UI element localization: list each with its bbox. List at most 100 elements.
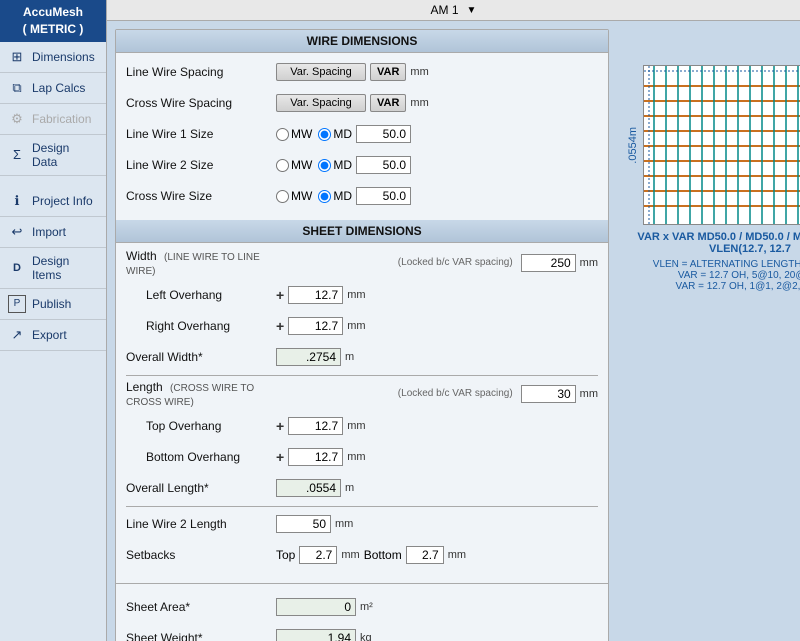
overall-length-input (276, 479, 341, 497)
cross-wire-spacing-row: Cross Wire Spacing Var. Spacing VAR mm (126, 90, 598, 116)
line-wire-2-md-label[interactable]: MD (318, 158, 352, 172)
sigma-icon: Σ (8, 146, 26, 164)
cross-wire-var-btn[interactable]: VAR (370, 94, 406, 112)
sidebar-item-design-data[interactable]: Σ Design Data (0, 135, 106, 176)
cross-wire-spacing-btn[interactable]: Var. Spacing (276, 94, 366, 112)
diagram-desc: VLEN = ALTERNATING LENGTH 50 & 55.4 VAR … (653, 259, 800, 292)
left-overhang-plus: + (276, 287, 284, 303)
sheet-weight-row: Sheet Weight* kg (126, 625, 598, 641)
top-overhang-input[interactable] (288, 417, 343, 435)
right-overhang-unit: mm (347, 320, 365, 332)
left-overhang-label: Left Overhang (126, 288, 276, 302)
left-overhang-controls: + mm (276, 286, 598, 304)
sidebar-item-design-items[interactable]: D Design Items (0, 248, 106, 289)
sheet-weight-controls: kg (276, 629, 598, 641)
top-tab-bar: AM 1 ▼ (107, 0, 800, 21)
cross-wire-mw-label[interactable]: MW (276, 189, 312, 203)
sidebar-item-import[interactable]: ↩ Import (0, 217, 106, 248)
cross-wire-md-label[interactable]: MD (318, 189, 352, 203)
cross-wire-radio-group: MW MD (276, 189, 352, 203)
wire-dimensions-header: WIRE DIMENSIONS (116, 30, 608, 53)
app-title: AccuMesh (2, 4, 104, 21)
cross-wire-spacing-label: Cross Wire Spacing (126, 96, 276, 110)
line-wire-2-md-text: MD (333, 158, 352, 172)
wire-mesh-diagram (643, 65, 800, 225)
cross-wire-size-row: Cross Wire Size MW MD (126, 183, 598, 209)
line-wire-2-mw-text: MW (291, 158, 312, 172)
width-input[interactable] (521, 254, 576, 272)
tab-label: AM 1 (431, 3, 459, 17)
left-overhang-unit: mm (347, 289, 365, 301)
diagram-desc-line2: VAR = 12.7 OH, 5@10, 20@5, 1 (653, 270, 800, 281)
sidebar-item-fabrication: ⚙ Fabrication (0, 104, 106, 135)
overall-width-controls: m (276, 348, 598, 366)
overall-length-row: Overall Length* m (126, 475, 598, 501)
bottom-overhang-row: Bottom Overhang + mm (126, 444, 598, 470)
bottom-overhang-input[interactable] (288, 448, 343, 466)
line-wire-spacing-btn[interactable]: Var. Spacing (276, 63, 366, 81)
cross-wire-size-input[interactable]: 50.0 (356, 187, 411, 205)
line-wire-1-md-text: MD (333, 127, 352, 141)
cross-wire-size-controls: MW MD 50.0 (276, 187, 598, 205)
line-wire-1-md-label[interactable]: MD (318, 127, 352, 141)
sidebar-label-project-info: Project Info (32, 194, 93, 208)
sidebar: AccuMesh ( METRIC ) ⊞ Dimensions ⧉ Lap C… (0, 0, 107, 641)
main-panel: WIRE DIMENSIONS Line Wire Spacing Var. S… (115, 29, 609, 641)
setbacks-bottom-input[interactable] (406, 546, 444, 564)
sidebar-label-import: Import (32, 225, 66, 239)
sidebar-item-project-info[interactable]: ℹ Project Info (0, 186, 106, 217)
length-row: Length (CROSS WIRE TO CROSS WIRE) (Locke… (126, 380, 598, 408)
sheet-area-controls: m² (276, 598, 598, 616)
setbacks-controls: Top mm Bottom mm (276, 546, 598, 564)
diagram-dim-left: .0554m (627, 127, 639, 164)
width-label: Width (LINE WIRE TO LINE WIRE) (126, 249, 276, 277)
right-overhang-input[interactable] (288, 317, 343, 335)
line-wire-2-size-input[interactable]: 50.0 (356, 156, 411, 174)
line-wire-2-mw-radio[interactable] (276, 159, 289, 172)
right-overhang-controls: + mm (276, 317, 598, 335)
overall-length-label: Overall Length* (126, 481, 276, 495)
line-wire-1-mw-label[interactable]: MW (276, 127, 312, 141)
publish-icon: P (8, 295, 26, 313)
line-wire-1-md-radio[interactable] (318, 128, 331, 141)
line-wire-1-size-row: Line Wire 1 Size MW MD (126, 121, 598, 147)
diagram-dim-left-wrapper: .0554m (627, 65, 639, 225)
top-overhang-unit: mm (347, 420, 365, 432)
sidebar-item-dimensions[interactable]: ⊞ Dimensions (0, 42, 106, 73)
line-wire-2-length-row: Line Wire 2 Length mm (126, 511, 598, 537)
setbacks-label: Setbacks (126, 548, 276, 562)
sidebar-item-lap-calcs[interactable]: ⧉ Lap Calcs (0, 73, 106, 104)
width-controls: (Locked b/c VAR spacing) mm (276, 254, 598, 272)
diagram-desc-line3: VAR = 12.7 OH, 1@1, 2@2, 3@3 (653, 281, 800, 292)
line-wire-2-length-input[interactable] (276, 515, 331, 533)
line-wire-2-length-controls: mm (276, 515, 598, 533)
diagram-wrapper: .2754m .0554m (627, 51, 800, 225)
sidebar-item-publish[interactable]: P Publish (0, 289, 106, 320)
lap-icon: ⧉ (8, 79, 26, 97)
bottom-overhang-plus: + (276, 449, 284, 465)
line-wire-var-btn[interactable]: VAR (370, 63, 406, 81)
cross-wire-size-label: Cross Wire Size (126, 189, 276, 203)
left-overhang-input[interactable] (288, 286, 343, 304)
setbacks-top-input[interactable] (299, 546, 337, 564)
top-overhang-controls: + mm (276, 417, 598, 435)
length-controls: (Locked b/c VAR spacing) mm (276, 385, 598, 403)
app-header: AccuMesh ( METRIC ) (0, 0, 106, 42)
sidebar-item-export[interactable]: ↗ Export (0, 320, 106, 351)
length-input[interactable] (521, 385, 576, 403)
left-overhang-row: Left Overhang + mm (126, 282, 598, 308)
sheet-metrics-body: Sheet Area* m² Sheet Weight* kg (116, 588, 608, 641)
cross-wire-mw-radio[interactable] (276, 190, 289, 203)
line-wire-1-mw-radio[interactable] (276, 128, 289, 141)
line-wire-2-md-radio[interactable] (318, 159, 331, 172)
sidebar-label-fabrication: Fabrication (32, 112, 91, 126)
diagram-title-line1: VAR x VAR MD50.0 / MD50.0 / MD50.0 (GRA (637, 231, 800, 243)
right-overhang-label: Right Overhang (126, 319, 276, 333)
cross-wire-md-radio[interactable] (318, 190, 331, 203)
divider-3 (116, 583, 608, 584)
sidebar-label-dimensions: Dimensions (32, 50, 95, 64)
line-wire-2-mw-label[interactable]: MW (276, 158, 312, 172)
fabrication-icon: ⚙ (8, 110, 26, 128)
sheet-dimensions-header: SHEET DIMENSIONS (116, 220, 608, 243)
line-wire-1-size-input[interactable]: 50.0 (356, 125, 411, 143)
